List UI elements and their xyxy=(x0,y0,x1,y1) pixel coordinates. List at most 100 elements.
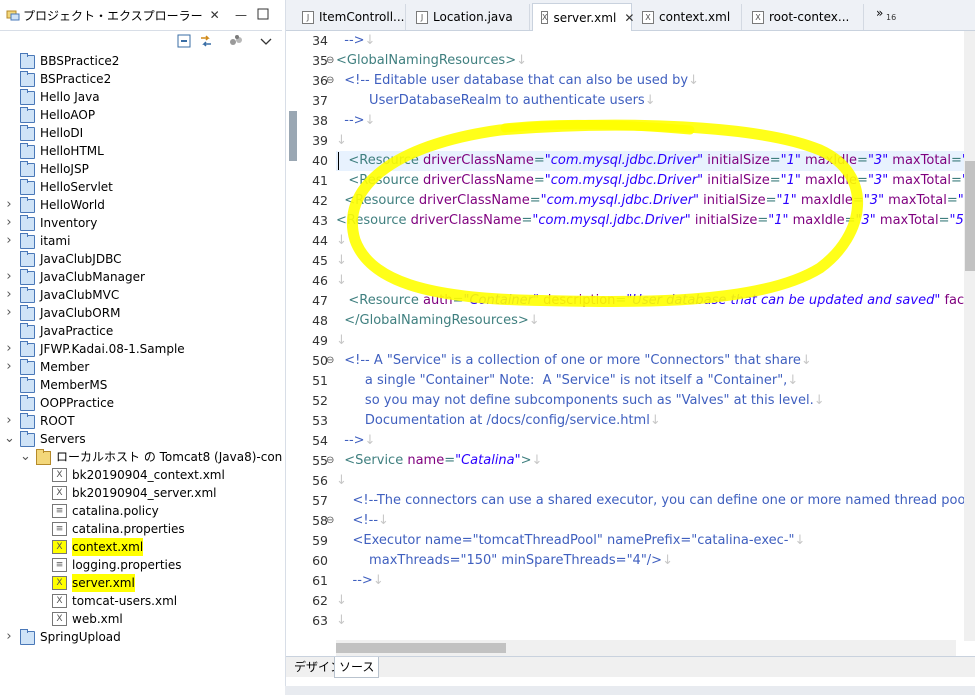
file-icon: ≡ xyxy=(52,558,67,572)
tree-item[interactable]: ≡ logging.properties xyxy=(0,556,282,574)
tree-item[interactable]: › ROOT xyxy=(0,412,282,430)
code-token: = xyxy=(857,173,868,188)
chevron-right-icon[interactable]: › xyxy=(4,268,14,286)
tree-item[interactable]: HelloJSP xyxy=(0,160,282,178)
tab-overflow-button[interactable]: » xyxy=(876,6,883,20)
code-token: ↓ xyxy=(688,73,699,88)
tree-item[interactable]: HelloAOP xyxy=(0,106,282,124)
vertical-scroll-thumb[interactable] xyxy=(965,161,975,271)
tree-item[interactable]: › JFWP.Kadai.08-1.Sample xyxy=(0,340,282,358)
horizontal-scroll-thumb[interactable] xyxy=(336,643,506,653)
tree-item[interactable]: HelloServlet xyxy=(0,178,282,196)
lower-panel-strip xyxy=(285,686,975,695)
editor-tab[interactable]: Xcontext.xml xyxy=(634,4,742,30)
editor-tab[interactable]: Xroot-contex... xyxy=(744,4,864,30)
chevron-right-icon[interactable]: › xyxy=(4,214,14,232)
tree-item-label: web.xml xyxy=(72,612,123,626)
tree-item[interactable]: Xserver.xml xyxy=(0,574,282,592)
filter-icon[interactable] xyxy=(228,33,244,49)
tree-item[interactable]: Xbk20190904_context.xml xyxy=(0,466,282,484)
tree-item[interactable]: › Member xyxy=(0,358,282,376)
tree-item[interactable]: MemberMS xyxy=(0,376,282,394)
code-token: <Resource xyxy=(336,293,424,308)
chevron-right-icon[interactable]: › xyxy=(4,196,14,214)
chevron-right-icon[interactable]: › xyxy=(4,628,14,646)
fold-toggle-icon[interactable]: ⊖ xyxy=(326,71,334,91)
source-text[interactable]: 34 -->↓ 35 ⊖ <GlobalNamingResources>↓ 36 ⊖ <!… xyxy=(286,31,975,656)
tree-item[interactable]: Xbk20190904_server.xml xyxy=(0,484,282,502)
tree-item-label: JavaClubManager xyxy=(40,270,145,284)
minimize-icon[interactable]: — xyxy=(234,8,248,22)
chevron-right-icon[interactable]: › xyxy=(4,304,14,322)
code-token: maxTotal xyxy=(875,213,939,228)
tree-item[interactable]: OOPPractice xyxy=(0,394,282,412)
chevron-down-icon[interactable]: ⌄ xyxy=(20,448,31,466)
view-menu-icon[interactable] xyxy=(258,33,274,49)
tree-item[interactable]: Xtomcat-users.xml xyxy=(0,592,282,610)
editor-tab[interactable]: J Location.java xyxy=(408,4,530,30)
chevron-right-icon[interactable]: › xyxy=(4,358,14,376)
project-icon xyxy=(20,125,35,141)
code-token: --> xyxy=(336,113,365,128)
code-token: "3" xyxy=(867,153,889,168)
tree-item[interactable]: › SpringUpload xyxy=(0,628,282,646)
fold-toggle-icon[interactable]: ⊖ xyxy=(326,451,334,471)
chevron-right-icon[interactable]: › xyxy=(4,340,14,358)
tree-item[interactable]: › itami xyxy=(0,232,282,250)
code-token: ↓ xyxy=(649,413,661,428)
tab-source[interactable]: ソース xyxy=(334,657,380,678)
maximize-icon[interactable] xyxy=(256,8,270,22)
tab-project-explorer[interactable]: プロジェクト・エクスプローラー ✕ xyxy=(0,0,226,30)
editor-tab-label: ItemControll... xyxy=(319,10,405,24)
chevron-right-icon[interactable]: › xyxy=(4,286,14,304)
tree-item[interactable]: JavaPractice xyxy=(0,322,282,340)
line-number: 46 xyxy=(312,273,328,288)
tree-item[interactable]: › HelloWorld xyxy=(0,196,282,214)
project-icon xyxy=(20,251,35,267)
tree-item[interactable]: ⌄ ローカルホスト の Tomcat8 (Java8)-config xyxy=(0,448,282,466)
tree-item[interactable]: Xcontext.xml xyxy=(0,538,282,556)
fold-toggle-icon[interactable]: ⊖ xyxy=(326,511,334,531)
tree-item[interactable]: JavaClubJDBC xyxy=(0,250,282,268)
close-icon[interactable]: ✕ xyxy=(624,11,634,25)
code-token: </GlobalNamingResources> xyxy=(336,313,529,328)
editor-tab[interactable]: J ItemControll... xyxy=(294,4,406,30)
code-token: "com.mysql.jdbc.Driver" xyxy=(544,153,704,168)
fold-toggle-icon[interactable]: ⊖ xyxy=(326,51,334,71)
fold-toggle-icon[interactable]: ⊖ xyxy=(326,351,334,371)
code-token: ↓ xyxy=(336,133,347,148)
tree-item[interactable]: › JavaClubORM xyxy=(0,304,282,322)
code-token: maxIdle xyxy=(796,193,853,208)
editor-tab[interactable]: Xserver.xml ✕ xyxy=(532,3,634,31)
tree-item[interactable]: Xweb.xml xyxy=(0,610,282,628)
tree-item[interactable]: ⌄ Servers xyxy=(0,430,282,448)
tree-item[interactable]: BBSPractice2 xyxy=(0,52,282,70)
code-line: <Resource auth="Container" description="… xyxy=(336,291,975,311)
tree-item[interactable]: HelloDI xyxy=(0,124,282,142)
tree-item-label: HelloAOP xyxy=(40,108,96,122)
link-with-editor-icon[interactable] xyxy=(198,33,214,49)
tree-item[interactable]: › JavaClubMVC xyxy=(0,286,282,304)
code-token: initialSize xyxy=(703,173,770,188)
line-number: 55 xyxy=(312,453,328,468)
tree-item[interactable]: Hello Java xyxy=(0,88,282,106)
tree-item[interactable]: HelloHTML xyxy=(0,142,282,160)
tree-item[interactable]: ≡ catalina.policy xyxy=(0,502,282,520)
code-token: = xyxy=(769,173,781,188)
project-icon xyxy=(20,179,35,195)
chevron-right-icon[interactable]: › xyxy=(4,232,14,250)
tree-item[interactable]: › JavaClubManager xyxy=(0,268,282,286)
tree-item-label: HelloWorld xyxy=(40,198,105,212)
vertical-scrollbar[interactable] xyxy=(964,31,975,641)
horizontal-scrollbar[interactable] xyxy=(336,640,956,656)
close-icon[interactable]: ✕ xyxy=(210,8,220,22)
tree-item[interactable]: › Inventory xyxy=(0,214,282,232)
collapse-all-icon[interactable] xyxy=(176,33,192,49)
chevron-right-icon[interactable]: › xyxy=(4,412,14,430)
line-number: 36 xyxy=(312,73,328,88)
tree-item[interactable]: ≡ catalina.properties xyxy=(0,520,282,538)
code-token: "3" xyxy=(855,213,876,228)
tree-item[interactable]: BSPractice2 xyxy=(0,70,282,88)
project-icon xyxy=(20,215,35,231)
chevron-down-icon[interactable]: ⌄ xyxy=(4,430,15,448)
